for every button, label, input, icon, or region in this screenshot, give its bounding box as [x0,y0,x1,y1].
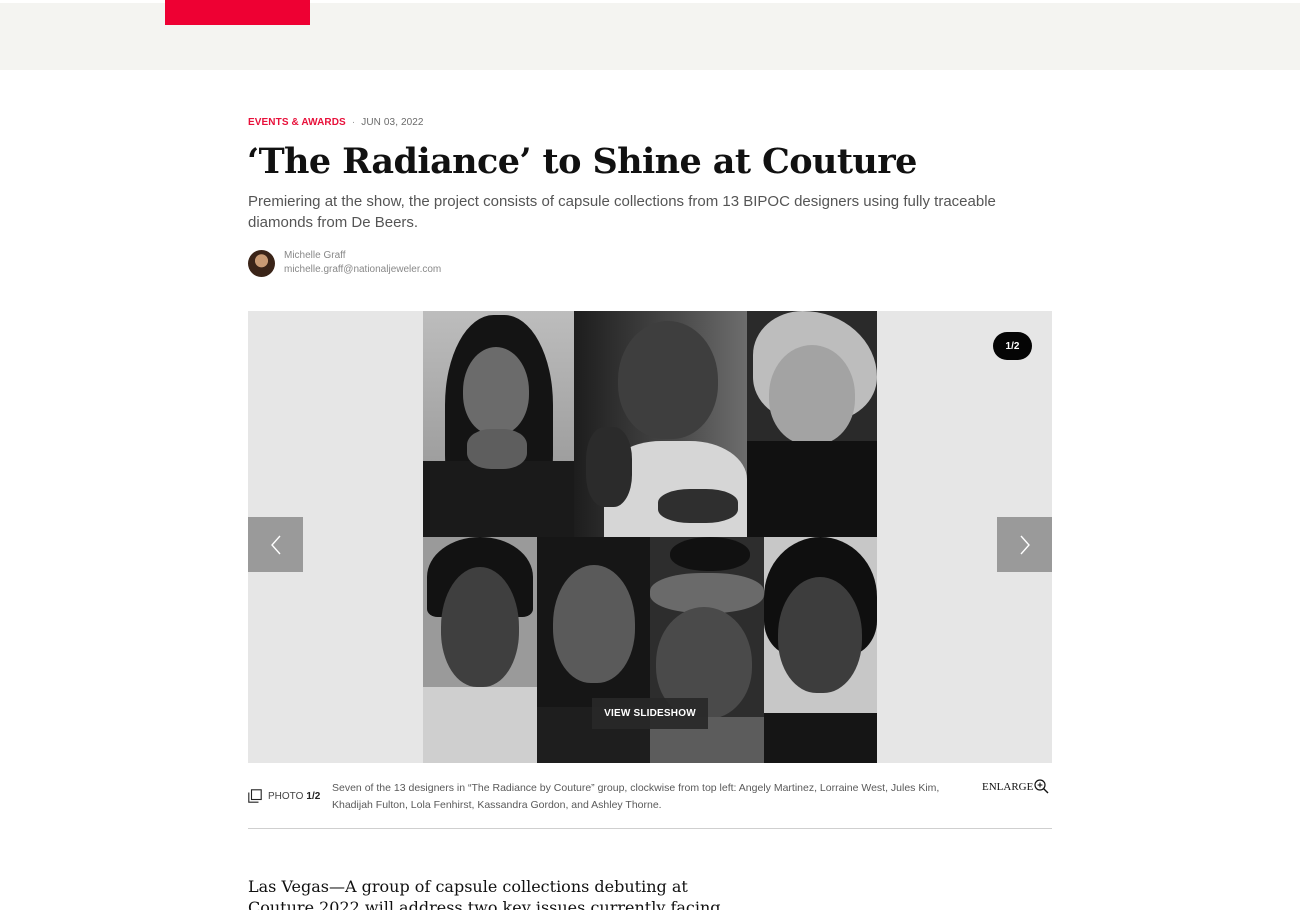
portrait-face [441,567,519,687]
portrait-jacket [747,441,877,537]
photo-label: PHOTO [268,790,304,802]
chevron-right-icon [1019,535,1030,554]
portrait-tile [423,537,537,763]
portrait-hand [586,427,632,507]
article-meta: EVENTS & AWARDS · JUN 03, 2022 [248,116,424,128]
publish-date: JUN 03, 2022 [361,116,424,128]
zoom-in-icon [1034,779,1049,794]
photo-number: 1/2 [306,790,321,802]
previous-slide-button[interactable] [248,517,303,572]
portrait-tile [764,537,877,763]
portrait-face [463,347,529,435]
portrait-tile [574,311,747,537]
author-name[interactable]: Michelle Graff [284,249,441,263]
photo-caption: Seven of the 13 designers in “The Radian… [332,782,940,811]
portrait-hair [670,537,750,571]
portrait-face [553,565,635,683]
portrait-body [764,713,877,763]
author-email[interactable]: michelle.graff@nationaljeweler.com [284,263,441,277]
byline-text: Michelle Graff michelle.graff@nationalje… [284,249,441,277]
portrait-tile [423,311,574,537]
article-headline: ‘The Radiance’ to Shine at Couture [247,141,917,182]
portrait-tile [537,537,650,763]
portrait-neck [423,687,537,763]
article-dek: Premiering at the show, the project cons… [248,193,996,231]
byline: Michelle Graff michelle.graff@nationalje… [248,249,441,277]
photo-count: PHOTO 1/2 [248,789,320,803]
portrait-face [778,577,862,693]
enlarge-button[interactable]: ENLARGE [982,779,1049,794]
chevron-left-icon [270,535,281,554]
portrait-body [423,461,574,537]
brand-logo-block[interactable] [165,0,310,25]
slide-counter: 1/2 [993,332,1032,360]
portrait-hand [658,489,738,523]
enlarge-label: ENLARGE [982,780,1034,793]
portrait-tile [747,311,877,537]
author-avatar [248,249,275,277]
category-link[interactable]: EVENTS & AWARDS [248,117,346,128]
portrait-face [618,321,718,439]
photo-caption-row: PHOTO 1/2 Seven of the 13 designers in “… [248,779,1052,829]
meta-separator: · [351,116,356,128]
next-slide-button[interactable] [997,517,1052,572]
view-slideshow-button[interactable]: VIEW SLIDESHOW [592,698,708,729]
portrait-face [769,345,855,445]
portrait-hands [467,429,527,469]
gallery-stack-icon [248,789,262,803]
portrait-tile [650,537,764,763]
article-body-lead: Las Vegas—A group of capsule collections… [248,877,721,910]
gallery-photo[interactable] [423,311,877,763]
photo-gallery: 1/2 VIEW SLIDESHOW [248,311,1052,763]
